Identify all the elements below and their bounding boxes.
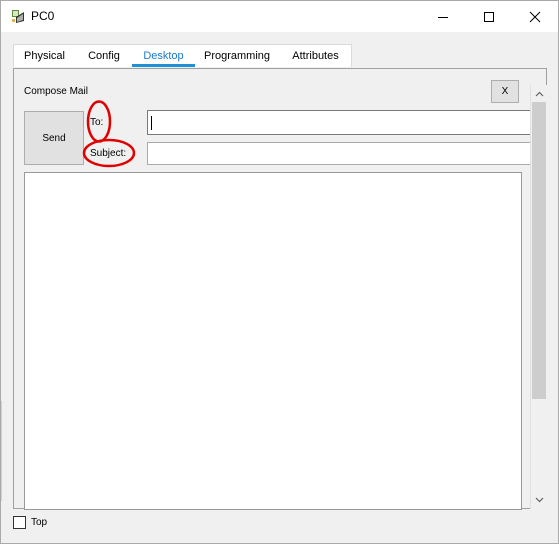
mail-body-textarea[interactable] [24, 172, 522, 510]
text-caret [151, 116, 152, 130]
minimize-button[interactable] [420, 1, 466, 32]
compose-close-button[interactable]: X [491, 80, 519, 103]
active-tab-indicator [132, 64, 195, 67]
subject-field[interactable] [147, 142, 533, 165]
tab-bar: Physical Config Desktop Programming Attr… [1, 32, 558, 68]
compose-mail-title: Compose Mail [24, 86, 88, 97]
tab-physical[interactable]: Physical [13, 44, 76, 67]
chevron-up-icon [535, 91, 543, 96]
scrollbar-thumb[interactable] [532, 102, 546, 399]
scroll-up-button[interactable] [531, 85, 547, 102]
title-bar[interactable]: PC0 [1, 1, 558, 32]
top-checkbox-label: Top [31, 517, 48, 528]
top-checkbox[interactable] [13, 516, 26, 529]
tab-config[interactable]: Config [76, 44, 132, 67]
vertical-scrollbar[interactable] [530, 85, 547, 509]
close-button[interactable] [512, 1, 558, 32]
window-edge-marker [1, 401, 2, 501]
to-field[interactable] [147, 110, 533, 135]
packet-tracer-pc-icon [12, 10, 24, 23]
window-title: PC0 [31, 9, 55, 23]
scroll-down-button[interactable] [531, 491, 547, 508]
pc0-window: PC0 Physical Config Desktop Programming … [0, 0, 559, 544]
maximize-icon [484, 11, 494, 22]
close-icon [529, 11, 541, 22]
compose-mail-panel: Compose Mail X Send To: Subject: [13, 68, 547, 510]
maximize-button[interactable] [466, 1, 512, 32]
minimize-icon [438, 16, 448, 18]
tab-programming[interactable]: Programming [195, 44, 279, 67]
tab-attributes[interactable]: Attributes [279, 44, 352, 67]
chevron-down-icon [535, 497, 543, 502]
subject-label: Subject: [90, 148, 127, 159]
to-label: To: [90, 117, 104, 128]
send-button[interactable]: Send [24, 111, 84, 165]
